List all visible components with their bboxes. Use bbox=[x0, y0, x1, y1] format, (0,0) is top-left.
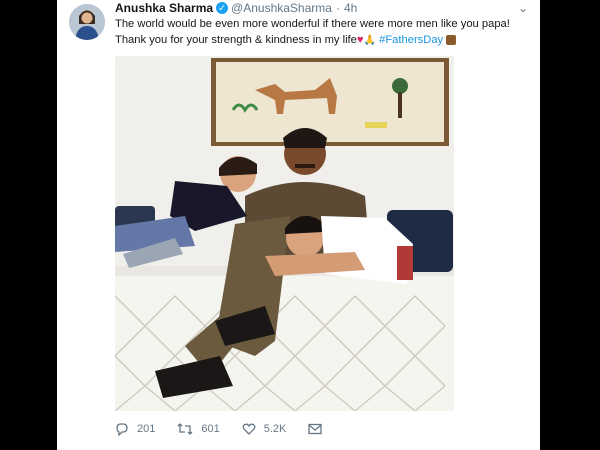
retweet-count: 601 bbox=[201, 423, 220, 435]
separator-dot: · bbox=[335, 1, 340, 15]
like-button[interactable]: 5.2K bbox=[242, 422, 287, 436]
avatar[interactable] bbox=[69, 4, 105, 40]
tweet-card: Anushka Sharma ✓ @AnushkaSharma · 4h ⌄ T… bbox=[57, 0, 540, 450]
red-heart-icon: ♥ bbox=[356, 34, 364, 46]
tweet-timestamp[interactable]: 4h bbox=[344, 1, 357, 15]
tweet-photo[interactable] bbox=[115, 56, 454, 411]
heart-icon bbox=[242, 423, 256, 435]
retweet-button[interactable]: 601 bbox=[177, 422, 220, 436]
verified-badge-icon: ✓ bbox=[216, 2, 229, 14]
tweet-text-line-2: Thank you for your strength & kindness i… bbox=[115, 32, 525, 49]
tweet-text: The world would be even more wonderful i… bbox=[115, 16, 525, 49]
avatar-image bbox=[69, 4, 105, 40]
like-count: 5.2K bbox=[263, 423, 287, 435]
reply-button[interactable]: 201 bbox=[115, 422, 155, 436]
beer-mug-icon bbox=[446, 35, 457, 46]
reply-icon bbox=[116, 423, 128, 436]
author-handle[interactable]: @AnushkaSharma bbox=[231, 1, 332, 15]
family-photo bbox=[115, 56, 454, 411]
hashtag-link[interactable]: #FathersDay bbox=[379, 34, 443, 46]
chevron-down-icon[interactable]: ⌄ bbox=[518, 1, 528, 15]
author-name[interactable]: Anushka Sharma bbox=[115, 1, 213, 15]
reply-count: 201 bbox=[137, 423, 156, 435]
envelope-icon bbox=[308, 423, 323, 435]
tweet-text-line-2-prefix: Thank you for your strength & kindness i… bbox=[115, 34, 357, 46]
folded-hands-icon: 🙏 bbox=[363, 35, 376, 46]
tweet-actions: 201 601 5.2K bbox=[115, 421, 415, 437]
retweet-icon bbox=[177, 423, 193, 435]
direct-message-button[interactable] bbox=[308, 423, 330, 435]
tweet-text-line-1: The world would be even more wonderful i… bbox=[115, 18, 510, 30]
tweet-header: Anushka Sharma ✓ @AnushkaSharma · 4h bbox=[115, 0, 357, 16]
